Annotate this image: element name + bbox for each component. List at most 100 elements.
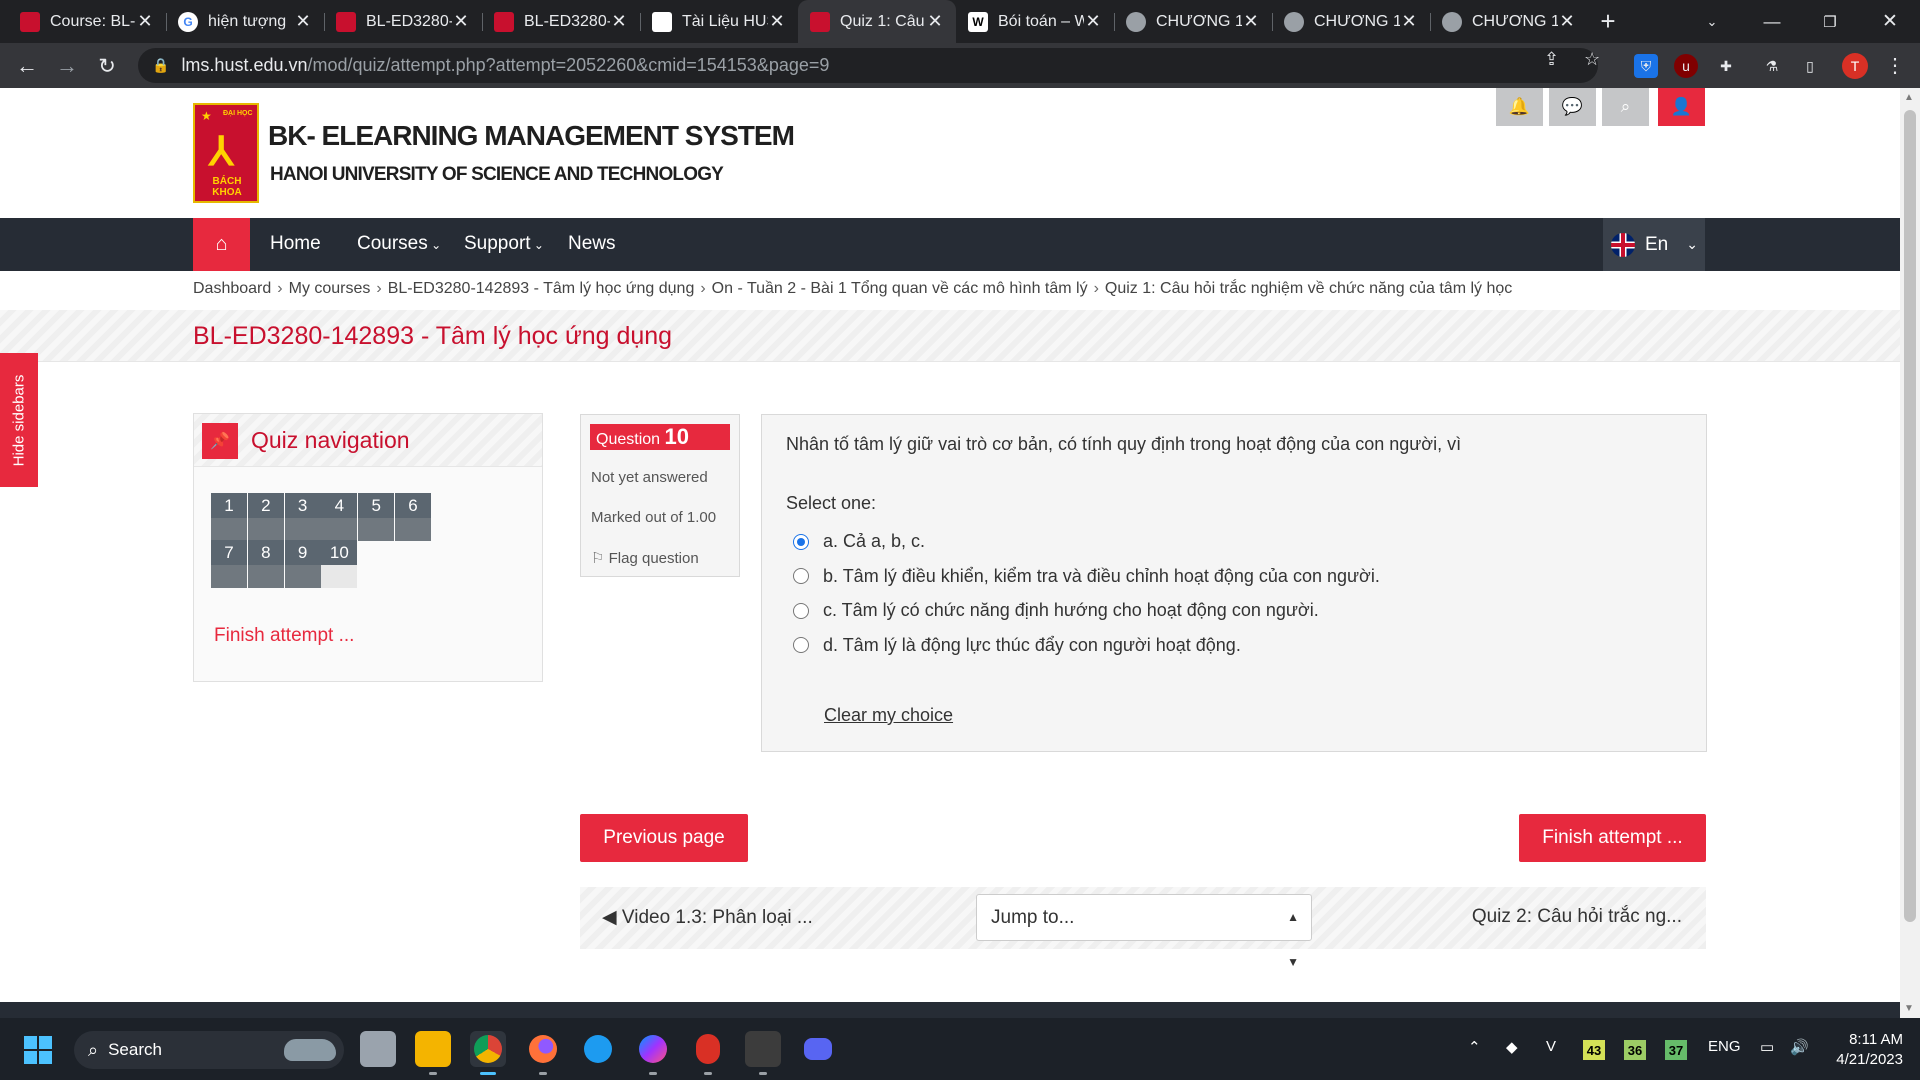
taskbar-search[interactable]: ⌕ Search xyxy=(74,1031,344,1069)
tray-badge-3[interactable]: 37 xyxy=(1665,1040,1687,1060)
quiz-nav-question-button[interactable]: 2 xyxy=(247,493,284,541)
browser-tab[interactable]: Tài Liệu HUST✕ xyxy=(640,0,798,43)
answer-radio[interactable] xyxy=(793,602,809,619)
tab-close-icon[interactable]: ✕ xyxy=(1242,11,1260,32)
breadcrumb-quiz[interactable]: Quiz 1: Câu hỏi trắc nghiệm về chức năng… xyxy=(1105,280,1512,297)
minimize-button[interactable]: — xyxy=(1744,0,1800,43)
browser-tab[interactable]: CHƯƠNG 1 ✕ xyxy=(1114,0,1272,43)
quiz-nav-question-button[interactable]: 8 xyxy=(247,540,284,588)
scroll-up-arrow-icon[interactable]: ▲ xyxy=(1904,92,1914,103)
tab-close-icon[interactable]: ✕ xyxy=(1084,11,1102,32)
breadcrumb-my-courses[interactable]: My courses xyxy=(289,280,371,297)
answer-option[interactable]: d. Tâm lý là động lực thúc đẩy con người… xyxy=(793,635,1241,656)
input-language[interactable]: ENG xyxy=(1708,1038,1741,1055)
labs-flask-icon[interactable]: ⚗ xyxy=(1760,54,1784,78)
quiz-nav-question-button[interactable]: 5 xyxy=(358,493,395,541)
previous-page-button[interactable]: Previous page xyxy=(580,814,748,862)
nav-news[interactable]: News xyxy=(568,233,616,255)
browser-tab[interactable]: Quiz 1: Câu h✕ xyxy=(798,0,956,43)
tab-search-icon[interactable]: ⌄ xyxy=(1684,0,1740,43)
quiz-nav-question-button[interactable]: 1 xyxy=(211,493,247,541)
tab-close-icon[interactable]: ✕ xyxy=(136,11,154,32)
tray-badge-2[interactable]: 36 xyxy=(1624,1040,1646,1060)
hide-sidebars-button[interactable]: Hide sidebars xyxy=(0,353,38,487)
forward-button[interactable]: → xyxy=(52,51,82,81)
tab-close-icon[interactable]: ✕ xyxy=(452,11,470,32)
user-menu-icon[interactable]: 👤 xyxy=(1658,88,1705,126)
messages-icon[interactable]: 💬 xyxy=(1549,88,1596,126)
pin-icon[interactable]: 📌 xyxy=(202,423,238,459)
flag-question-button[interactable]: ⚐ Flag question xyxy=(591,549,699,567)
address-bar[interactable]: 🔒 lms.hust.edu.vn/mod/quiz/attempt.php?a… xyxy=(138,48,1598,83)
hust-logo[interactable]: ★ ĐẠI HỌC ⅄ BÁCH KHOA xyxy=(193,103,259,203)
breadcrumb-section[interactable]: On - Tuần 2 - Bài 1 Tổng quan về các mô … xyxy=(712,280,1088,297)
bitwarden-extension-icon[interactable]: ⛨ xyxy=(1634,54,1658,78)
chrome-menu-icon[interactable]: ⋮ xyxy=(1885,53,1905,78)
tab-close-icon[interactable]: ✕ xyxy=(926,11,944,32)
nav-courses[interactable]: Courses ⌄ xyxy=(357,233,441,255)
scrollbar-thumb[interactable] xyxy=(1904,110,1916,922)
tab-close-icon[interactable]: ✕ xyxy=(610,11,628,32)
answer-option[interactable]: a. Cả a, b, c. xyxy=(793,531,925,552)
browser-tab[interactable]: W Bói toán – W ✕ xyxy=(956,0,1114,43)
tab-close-icon[interactable]: ✕ xyxy=(1400,11,1418,32)
quiz-nav-question-button[interactable]: 7 xyxy=(211,540,247,588)
tray-overflow-chevron-icon[interactable]: ⌃ xyxy=(1468,1038,1481,1056)
share-icon[interactable]: ⇪ xyxy=(1544,49,1559,70)
quiz-nav-question-button[interactable]: 3 xyxy=(284,493,321,541)
ublock-extension-icon[interactable]: u xyxy=(1674,54,1698,78)
close-window-button[interactable]: ✕ xyxy=(1862,0,1918,43)
app-g-icon[interactable] xyxy=(690,1031,726,1075)
previous-activity-link[interactable]: ◀ Video 1.3: Phân loại ... xyxy=(602,906,813,929)
finish-attempt-link[interactable]: Finish attempt ... xyxy=(214,625,354,647)
chrome-beta-icon[interactable] xyxy=(470,1031,506,1075)
back-button[interactable]: ← xyxy=(12,51,42,81)
answer-option[interactable]: c. Tâm lý có chức năng định hướng cho ho… xyxy=(793,600,1319,621)
profile-avatar[interactable]: T xyxy=(1842,53,1868,79)
browser-tab[interactable]: CHƯƠNG 1 ✕ xyxy=(1430,0,1588,43)
terminal-icon[interactable] xyxy=(745,1031,781,1075)
browser-tab[interactable]: BL-ED3280- ✕ xyxy=(324,0,482,43)
quiz-nav-question-button[interactable]: 4 xyxy=(321,493,358,541)
quiz-nav-question-button[interactable]: 9 xyxy=(284,540,321,588)
extensions-puzzle-icon[interactable]: ✚ xyxy=(1714,54,1738,78)
breadcrumb-dashboard[interactable]: Dashboard xyxy=(193,280,271,297)
browser-tab[interactable]: Course: BL-ED✕ xyxy=(8,0,166,43)
start-windows-icon[interactable] xyxy=(24,1036,52,1064)
restore-button[interactable]: ❐ xyxy=(1802,0,1858,43)
answer-option[interactable]: b. Tâm lý điều khiển, kiểm tra và điều c… xyxy=(793,566,1380,587)
tab-close-icon[interactable]: ✕ xyxy=(768,11,786,32)
browser-tab[interactable]: CHƯƠNG 1 ✕ xyxy=(1272,0,1430,43)
scroll-down-arrow-icon[interactable]: ▼ xyxy=(1904,1003,1914,1014)
taskbar-clock[interactable]: 8:11 AM 4/21/2023 xyxy=(1827,1030,1903,1070)
network-icon[interactable]: ▭ xyxy=(1760,1038,1774,1056)
tray-v-icon[interactable]: V xyxy=(1546,1038,1556,1055)
home-icon[interactable]: ⌂ xyxy=(193,218,250,271)
discord-icon[interactable] xyxy=(800,1031,836,1067)
answer-radio[interactable] xyxy=(793,568,809,584)
language-selector[interactable]: En ⌄ xyxy=(1603,218,1705,271)
notifications-bell-icon[interactable]: 🔔 xyxy=(1496,88,1543,126)
tab-close-icon[interactable]: ✕ xyxy=(294,11,312,32)
jump-to-select[interactable]: Jump to... ▲ ▼ xyxy=(976,894,1312,969)
file-explorer-icon[interactable] xyxy=(415,1031,451,1075)
answer-radio[interactable] xyxy=(793,637,809,653)
tray-app-icon[interactable]: ◆ xyxy=(1506,1038,1518,1056)
browser-tab[interactable]: BL-ED3280- ✕ xyxy=(482,0,640,43)
clear-choice-link[interactable]: Clear my choice xyxy=(824,705,953,726)
twitter-icon[interactable] xyxy=(580,1031,616,1067)
task-view-icon[interactable] xyxy=(360,1031,396,1067)
breadcrumb-course[interactable]: BL-ED3280-142893 - Tâm lý học ứng dụng xyxy=(388,280,695,297)
finish-attempt-button[interactable]: Finish attempt ... xyxy=(1519,814,1706,862)
browser-tab[interactable]: Ghiện tượng ✕ xyxy=(166,0,324,43)
tray-badge-1[interactable]: 43 xyxy=(1583,1040,1605,1060)
next-activity-link[interactable]: Quiz 2: Câu hỏi trắc ng... xyxy=(1472,906,1682,928)
answer-radio[interactable] xyxy=(793,533,809,550)
page-scrollbar[interactable]: ▲ ▼ xyxy=(1900,88,1920,1018)
quiz-nav-question-button[interactable]: 10 xyxy=(321,540,358,588)
messenger-icon[interactable] xyxy=(635,1031,671,1075)
bookmark-star-icon[interactable]: ☆ xyxy=(1584,49,1600,70)
reload-button[interactable]: ↻ xyxy=(92,51,122,81)
volume-icon[interactable]: 🔊 xyxy=(1790,1038,1809,1056)
firefox-icon[interactable] xyxy=(525,1031,561,1075)
